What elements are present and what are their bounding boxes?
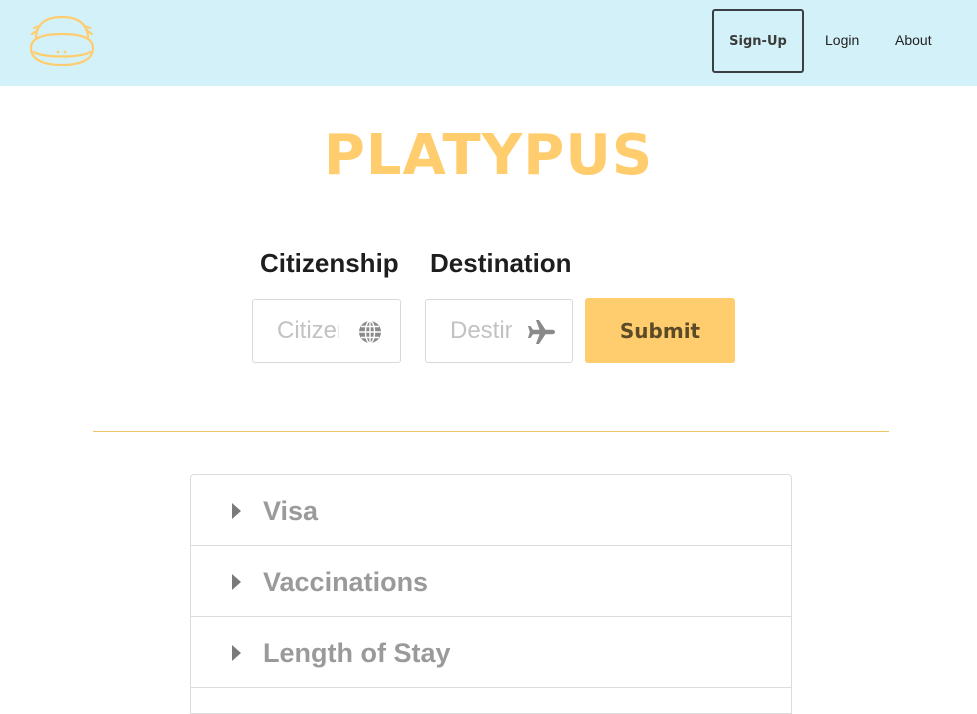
caret-right-icon	[232, 645, 241, 661]
accordion-item-vaccinations[interactable]: Vaccinations	[191, 546, 791, 617]
caret-right-icon	[232, 574, 241, 590]
accordion-label: Vaccinations	[263, 567, 429, 597]
airplane-icon	[527, 319, 555, 345]
info-accordion: Visa Vaccinations Length of Stay	[190, 474, 792, 714]
platypus-logo-icon[interactable]	[28, 14, 96, 68]
destination-field[interactable]	[425, 299, 573, 363]
destination-input[interactable]	[426, 300, 512, 362]
accordion-item-visa[interactable]: Visa	[191, 475, 791, 546]
submit-button[interactable]: Submit	[585, 298, 735, 363]
accordion-label: Visa	[263, 496, 319, 526]
about-link[interactable]: About	[895, 32, 932, 48]
caret-right-icon	[232, 503, 241, 519]
citizenship-field[interactable]	[252, 299, 401, 363]
accordion-label: Length of Stay	[263, 638, 451, 668]
globe-icon	[357, 319, 383, 345]
citizenship-input[interactable]	[253, 300, 339, 362]
login-link[interactable]: Login	[825, 32, 859, 48]
accordion-item-length-of-stay[interactable]: Length of Stay	[191, 617, 791, 688]
top-nav-bar: Sign-Up Login About	[0, 0, 977, 86]
signup-button[interactable]: Sign-Up	[712, 9, 804, 73]
section-divider	[93, 431, 889, 432]
citizenship-label: Citizenship	[260, 248, 399, 278]
destination-label: Destination	[430, 248, 572, 278]
brand-title: PLATYPUS	[323, 123, 654, 188]
